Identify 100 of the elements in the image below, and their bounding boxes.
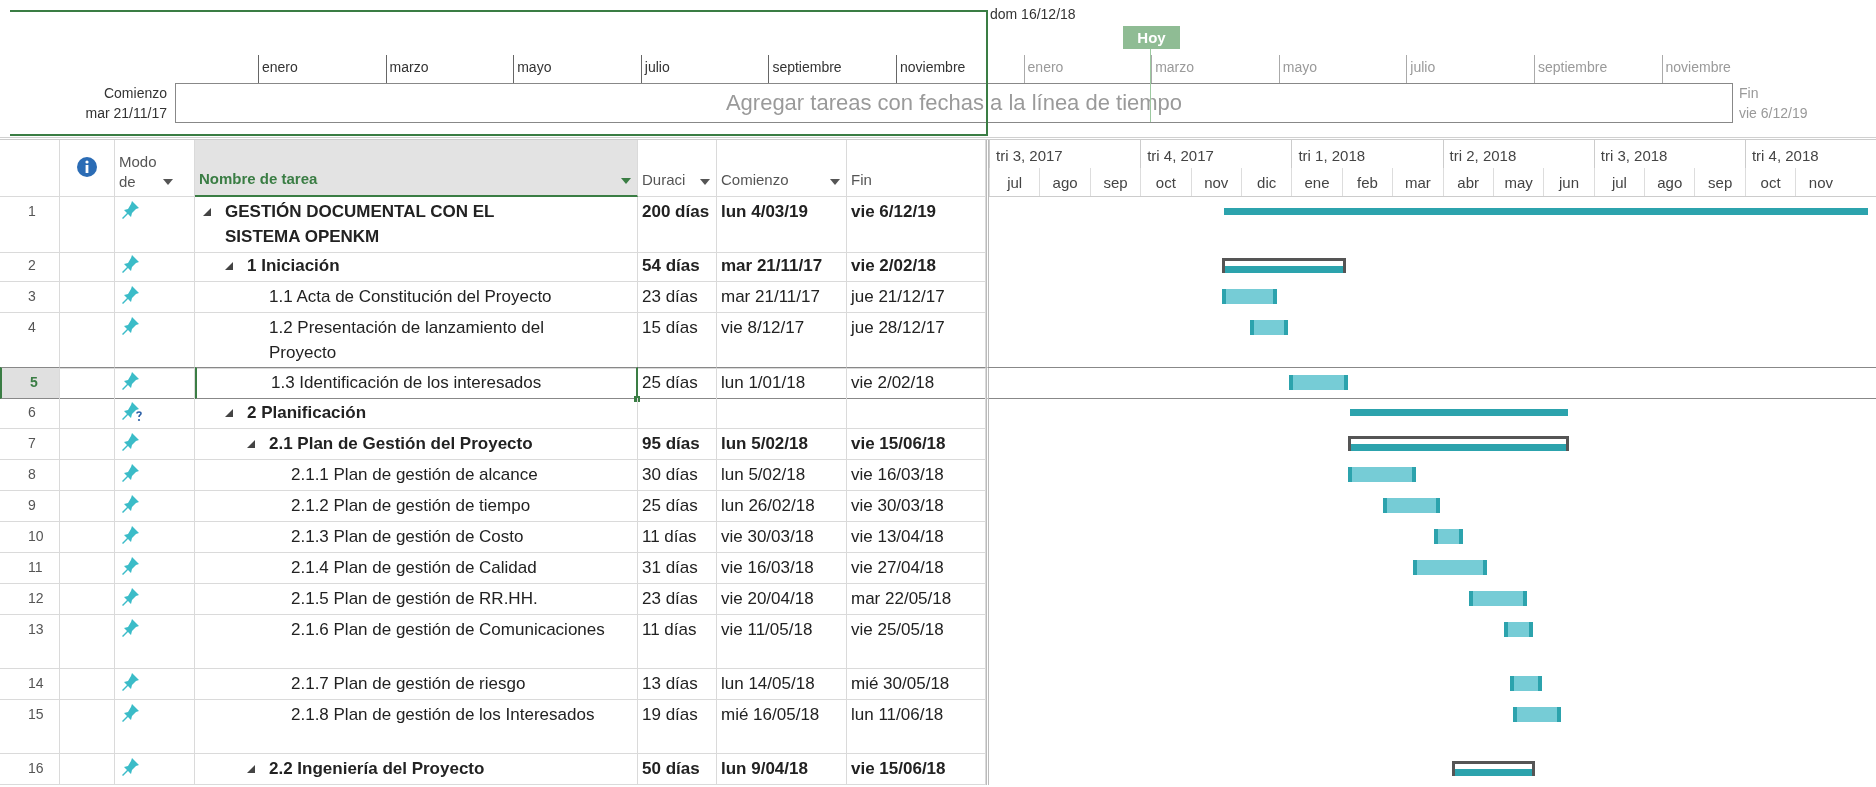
start-date: mar 21/11/17 [84,104,167,123]
table-cell: vie 16/03/18 [717,553,847,584]
expand-toggle[interactable] [247,439,255,448]
task-bar[interactable] [1504,622,1533,637]
task-bar[interactable] [1413,560,1487,575]
quarter-label: tri 4, 2018 [1744,140,1876,168]
row-number[interactable]: 15 [0,700,60,754]
column-header[interactable]: Comienzo [717,140,847,197]
month-label: sep [1089,168,1141,196]
task-bar[interactable] [1513,707,1561,722]
corner-cell [0,140,60,197]
task-bar[interactable] [1510,676,1542,691]
expand-toggle[interactable] [203,207,211,216]
table-cell: mar 21/11/17 [717,282,847,313]
month-label: mar [1392,168,1443,196]
fill-handle[interactable] [634,396,640,402]
table-cell: vie 6/12/19 [847,197,986,253]
row-number[interactable]: 1 [0,197,60,253]
table-cell: 54 días [638,251,717,282]
month-label: marzo [385,55,514,83]
month-label: may [1492,168,1544,196]
dropdown-icon [830,179,840,185]
info-icon [76,156,98,178]
table-cell: vie 2/02/18 [847,251,986,282]
row-number[interactable]: 11 [0,553,60,584]
end-date: vie 6/12/19 [1739,104,1808,123]
row-number[interactable]: 8 [0,460,60,491]
row-number[interactable]: 12 [0,584,60,615]
task-name: 2.1.1 Plan de gestión de alcance [291,464,538,486]
table-cell: lun 5/02/18 [717,460,847,491]
table-cell: vie 11/05/18 [717,615,847,669]
task-name: 1 Iniciación [247,255,340,277]
task-bar[interactable] [1222,289,1277,304]
task-name: 2.1.2 Plan de gestión de tiempo [291,495,531,517]
row-number[interactable]: 3 [0,282,60,313]
month-label: enero [1023,55,1152,83]
column-header[interactable] [60,140,115,197]
task-bar[interactable] [1250,320,1288,335]
table-cell: mar 21/11/17 [717,251,847,282]
column-header[interactable]: Fin [847,140,986,197]
month-label: jun [1543,168,1594,196]
table-cell: vie 25/05/18 [847,615,986,669]
task-bar[interactable] [1469,591,1527,606]
month-label: enero [258,55,386,83]
table-cell: vie 16/03/18 [847,460,986,491]
row-number[interactable]: 13 [0,615,60,669]
summary-bar[interactable] [1452,761,1535,776]
task-bar[interactable] [1383,498,1440,513]
table-cell: lun 14/05/18 [717,669,847,700]
month-label: jul [989,168,1040,196]
table-cell: 31 días [638,553,717,584]
table-cell: 25 días [638,491,717,522]
row-number[interactable]: 16 [0,754,60,785]
month-label: nov [1795,168,1846,196]
month-label: septiembre [768,55,896,83]
row-number[interactable]: 5 [0,367,60,399]
month-label: mayo [513,55,641,83]
table-cell: vie 8/12/17 [717,313,847,369]
expand-toggle[interactable] [247,764,255,773]
table-cell: mar 22/05/18 [847,584,986,615]
row-number[interactable]: 2 [0,251,60,282]
table-cell: 11 días [638,615,717,669]
column-header[interactable]: Nombre de tarea [195,140,638,197]
task-name: 2.1.6 Plan de gestión de Comunicaciones [291,619,605,641]
month-label: sep [1694,168,1745,196]
table-cell: lun 9/04/18 [717,754,847,785]
table-cell: vie 30/03/18 [847,491,986,522]
month-label: ago [1644,168,1695,196]
month-label: oct [1744,168,1796,196]
table-cell: mié 16/05/18 [717,700,847,754]
task-name: 2.1.8 Plan de gestión de los Interesados [291,704,595,726]
summary-bar[interactable] [1348,436,1569,451]
selected-cell[interactable]: 1.3 Identificación de los interesados [195,367,638,399]
table-cell: vie 15/06/18 [847,754,986,785]
column-header[interactable]: Duraci [638,140,717,197]
table-cell: vie 20/04/18 [717,584,847,615]
month-label: noviembre [895,55,1024,83]
table-cell: 15 días [638,313,717,369]
month-label: marzo [1151,55,1279,83]
row-number[interactable]: 9 [0,491,60,522]
row-number[interactable]: 6 [0,398,60,429]
month-label: dic [1240,168,1292,196]
task-name: 2.1.5 Plan de gestión de RR.HH. [291,588,538,610]
month-label: feb [1341,168,1393,196]
month-label: ene [1291,168,1342,196]
row-number[interactable]: 10 [0,522,60,553]
month-label: noviembre [1661,55,1790,83]
view-range-frame[interactable] [10,10,988,136]
table-cell: 11 días [638,522,717,553]
task-bar[interactable] [1289,375,1348,390]
task-bar[interactable] [1348,467,1416,482]
table-cell: vie 15/06/18 [847,429,986,460]
row-number[interactable]: 14 [0,669,60,700]
month-label: oct [1140,168,1191,196]
dropdown-icon [621,178,631,184]
expand-toggle[interactable] [225,408,233,417]
row-number[interactable]: 7 [0,429,60,460]
summary-bar[interactable] [1222,258,1346,273]
expand-toggle[interactable] [225,261,233,270]
task-bar[interactable] [1434,529,1463,544]
